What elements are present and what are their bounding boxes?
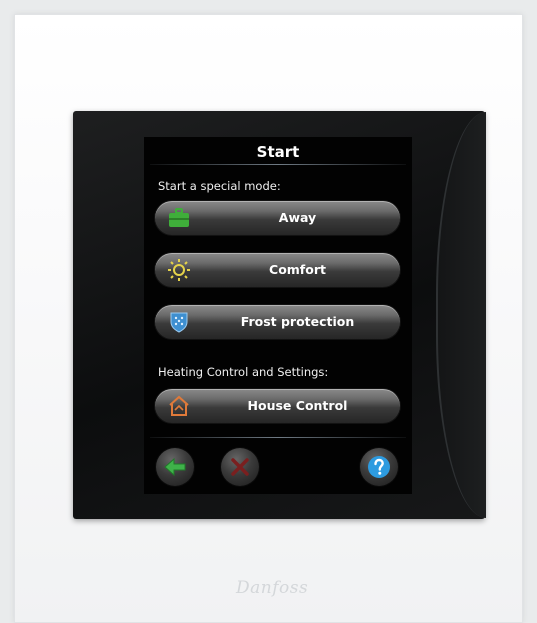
bottom-divider: [150, 437, 406, 438]
brand-logo: Danfoss: [236, 578, 309, 598]
house-control-label: House Control: [247, 398, 348, 413]
back-button[interactable]: [156, 448, 194, 486]
house-control-button[interactable]: House Control: [155, 389, 400, 423]
help-icon: [368, 456, 390, 478]
title-divider: [150, 164, 406, 165]
snowflake-shield-icon: [170, 312, 188, 333]
suitcase-icon: [169, 208, 189, 227]
away-button[interactable]: Away: [155, 201, 400, 235]
cancel-button[interactable]: [221, 448, 259, 486]
special-mode-label: Start a special mode:: [158, 179, 281, 193]
help-button[interactable]: [360, 448, 398, 486]
comfort-label: Comfort: [269, 262, 326, 277]
heating-settings-label: Heating Control and Settings:: [158, 365, 329, 379]
frost-protection-button[interactable]: Frost protection: [155, 305, 400, 339]
away-label: Away: [278, 210, 317, 225]
close-icon: [231, 458, 249, 476]
comfort-button[interactable]: Comfort: [155, 253, 400, 287]
screen-title: Start: [256, 143, 300, 161]
touch-screen: Start Start a special mode: Away Comfort: [144, 137, 412, 494]
frost-protection-label: Frost protection: [240, 314, 355, 329]
house-icon: [169, 395, 189, 416]
sun-icon: [168, 259, 190, 281]
back-arrow-icon: [164, 457, 186, 477]
